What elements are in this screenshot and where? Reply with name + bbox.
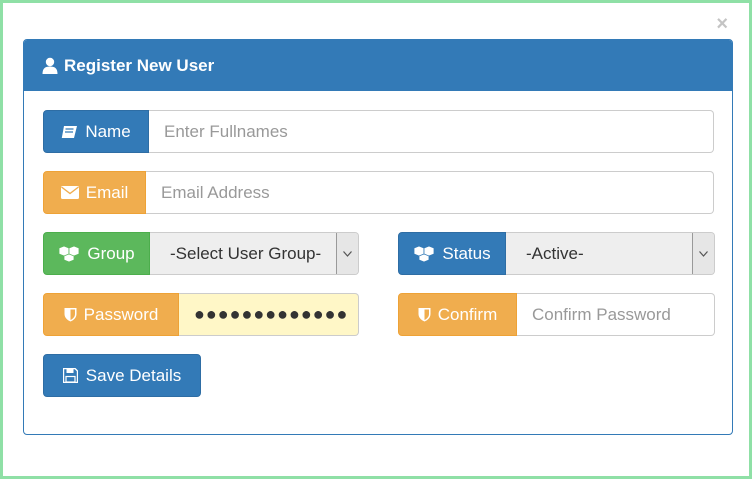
name-row: Name Enter Fullnames [43,110,714,153]
confirm-row: Confirm Confirm Password [398,293,715,336]
group-label: Group [87,243,135,263]
cubes-icon [58,245,80,262]
chevron-down-icon[interactable] [692,233,714,274]
book-icon [62,125,78,138]
status-selected-value: -Active- [526,243,584,263]
close-icon[interactable]: × [716,12,728,36]
email-input[interactable]: Email Address [146,171,714,214]
email-addon: Email [43,171,146,214]
confirm-label: Confirm [437,304,498,324]
shield-icon [64,308,77,322]
panel-title: Register New User [64,55,215,75]
status-select[interactable]: -Active- [506,232,715,275]
confirm-addon: Confirm [398,293,517,336]
user-icon [42,57,58,74]
chevron-down-icon[interactable] [336,233,358,274]
group-addon: Group [43,232,150,275]
group-selected-value: -Select User Group- [170,243,322,263]
password-input[interactable]: ●●●●●●●●●●●●● [179,293,359,336]
group-row: Group -Select User Group- [43,232,359,275]
modal-frame: × Register New User Name Enter Fullnames [0,0,752,479]
status-row: Status -Active- [398,232,715,275]
panel-heading: Register New User [24,40,732,91]
email-label: Email [85,182,129,202]
name-addon: Name [43,110,149,153]
envelope-icon [60,186,79,199]
password-label: Password [83,304,159,324]
password-row: Password ●●●●●●●●●●●●● [43,293,359,336]
floppy-disk-icon [62,368,78,383]
password-addon: Password [43,293,179,336]
name-input[interactable]: Enter Fullnames [149,110,714,153]
status-addon: Status [398,232,506,275]
shield-icon [418,308,431,322]
save-details-label: Save Details [85,365,182,385]
status-label: Status [442,243,491,263]
register-panel: Register New User Name Enter Fullnames E… [23,39,733,435]
confirm-password-input[interactable]: Confirm Password [517,293,715,336]
cubes-icon [413,245,435,262]
email-row: Email Email Address [43,171,714,214]
save-details-button[interactable]: Save Details [43,354,201,397]
group-select[interactable]: -Select User Group- [150,232,359,275]
name-label: Name [85,121,131,141]
